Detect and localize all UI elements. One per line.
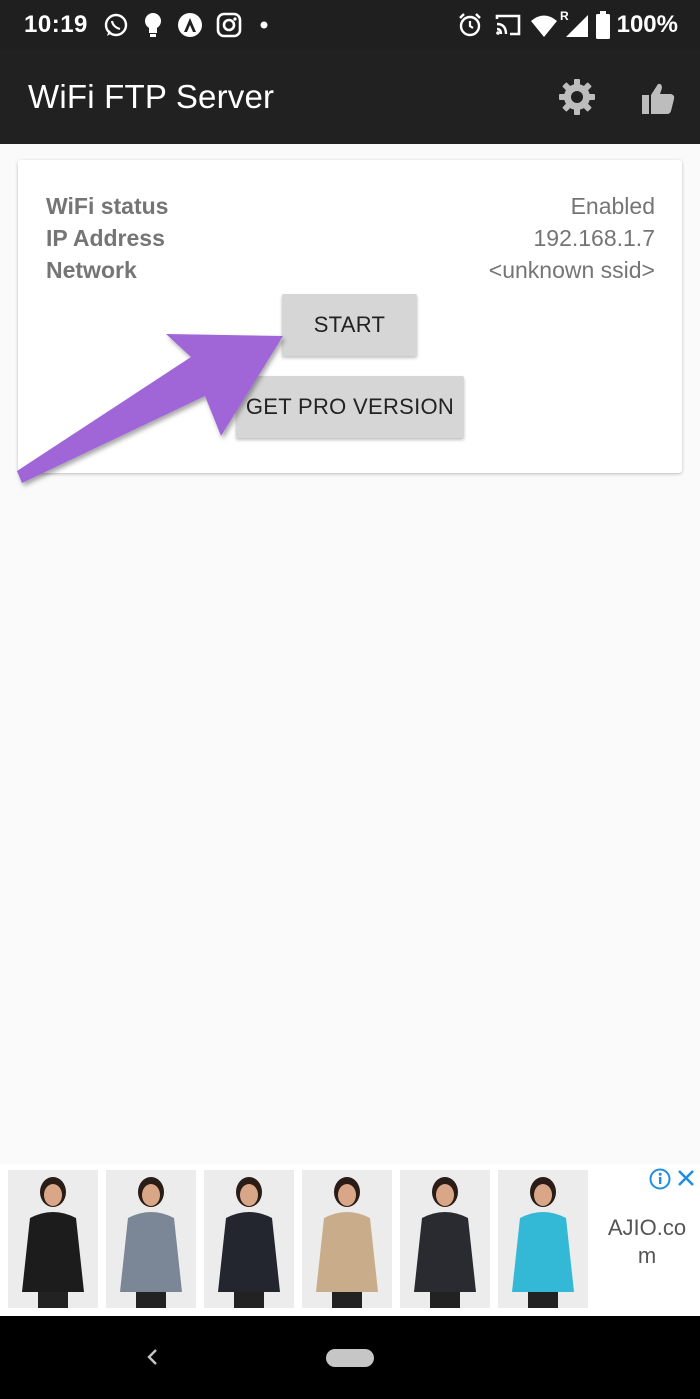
ad-close-icon[interactable] <box>676 1168 696 1188</box>
dot-icon <box>260 21 268 29</box>
app-a-icon <box>178 13 202 37</box>
ad-product-image[interactable] <box>302 1170 392 1308</box>
bulb-icon <box>145 13 161 37</box>
info-value: Enabled <box>570 193 655 219</box>
cast-icon <box>495 14 521 36</box>
navigation-bar <box>0 1316 700 1399</box>
status-bar: 10:19 R 100% <box>0 0 700 50</box>
instagram-icon <box>216 12 242 38</box>
start-button[interactable]: START <box>282 294 417 356</box>
ad-product-image[interactable] <box>498 1170 588 1308</box>
get-pro-version-button[interactable]: GET PRO VERSION <box>236 376 464 438</box>
ad-info-icon[interactable] <box>649 1168 671 1190</box>
thumbs-up-icon[interactable] <box>640 80 676 116</box>
settings-gear-icon[interactable] <box>558 78 596 116</box>
signal-icon <box>566 15 588 37</box>
info-row-network: Network <unknown ssid> <box>46 257 655 287</box>
battery-percent: 100% <box>616 11 678 38</box>
back-icon[interactable] <box>144 1344 162 1370</box>
ad-product-image[interactable] <box>106 1170 196 1308</box>
wifi-icon <box>531 15 557 37</box>
info-label: IP Address <box>46 225 165 251</box>
whatsapp-icon <box>104 13 128 37</box>
status-card: WiFi status Enabled IP Address 192.168.1… <box>18 160 682 473</box>
alarm-icon <box>459 13 481 37</box>
info-row-ip-address: IP Address 192.168.1.7 <box>46 225 655 255</box>
info-row-wifi-status: WiFi status Enabled <box>46 193 655 223</box>
info-value: 192.168.1.7 <box>533 225 655 251</box>
ad-product-image[interactable] <box>400 1170 490 1308</box>
app-title: WiFi FTP Server <box>28 78 275 115</box>
battery-icon <box>596 11 610 39</box>
info-label: Network <box>46 257 137 283</box>
ad-advertiser[interactable]: AJIO.co m <box>604 1214 690 1270</box>
app-bar: WiFi FTP Server <box>0 50 700 144</box>
ad-banner[interactable]: AJIO.co m <box>0 1164 700 1316</box>
info-value: <unknown ssid> <box>488 257 655 283</box>
ad-product-image[interactable] <box>8 1170 98 1308</box>
ad-product-image[interactable] <box>204 1170 294 1308</box>
info-label: WiFi status <box>46 193 169 219</box>
status-time: 10:19 <box>24 11 88 38</box>
home-pill[interactable] <box>326 1349 374 1367</box>
